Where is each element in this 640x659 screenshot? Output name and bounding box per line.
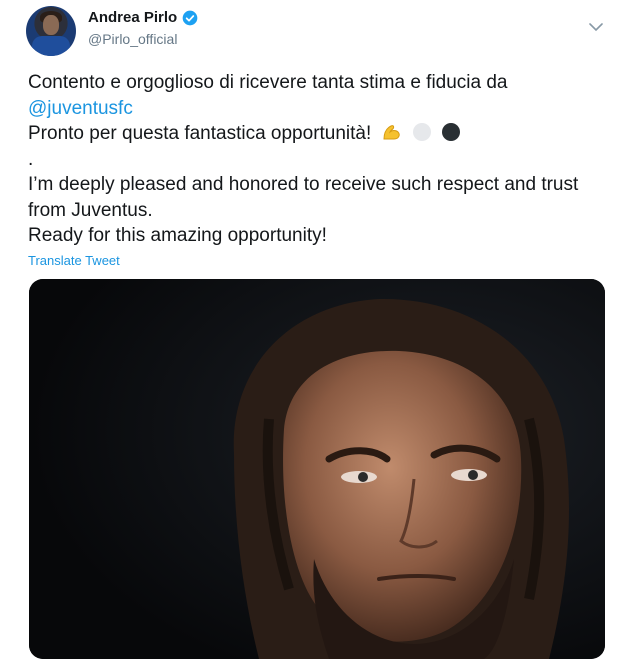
tweet-photo[interactable] [29, 279, 605, 659]
translate-tweet-link[interactable]: Translate Tweet [28, 253, 120, 268]
white-circle-icon [412, 123, 431, 141]
tweet-line: I’m deeply pleased and honored to receiv… [28, 174, 579, 195]
author-name-row[interactable]: Andrea Pirlo [88, 9, 198, 26]
mention-link[interactable]: @juventusfc [28, 98, 133, 119]
tweet-line: Ready for this amazing opportunity! [28, 225, 327, 246]
chevron-down-icon[interactable] [589, 22, 603, 32]
tweet-line: . [28, 148, 34, 170]
tweet-line: Pronto per questa fantastica opportunità… [28, 123, 372, 144]
black-circle-icon [442, 123, 461, 141]
tweet-line: from Juventus. [28, 199, 153, 221]
avatar[interactable] [26, 6, 76, 56]
tweet-line: Contento e orgoglioso di ricevere tanta … [28, 72, 508, 93]
verified-badge-icon [182, 10, 198, 25]
author-name[interactable]: Andrea Pirlo [88, 9, 177, 26]
author-handle[interactable]: @Pirlo_official [88, 31, 177, 47]
tweet-text: Contento e orgoglioso di ricevere tanta … [28, 70, 608, 249]
portrait-image [29, 279, 605, 659]
flexed-biceps-icon [383, 125, 400, 140]
